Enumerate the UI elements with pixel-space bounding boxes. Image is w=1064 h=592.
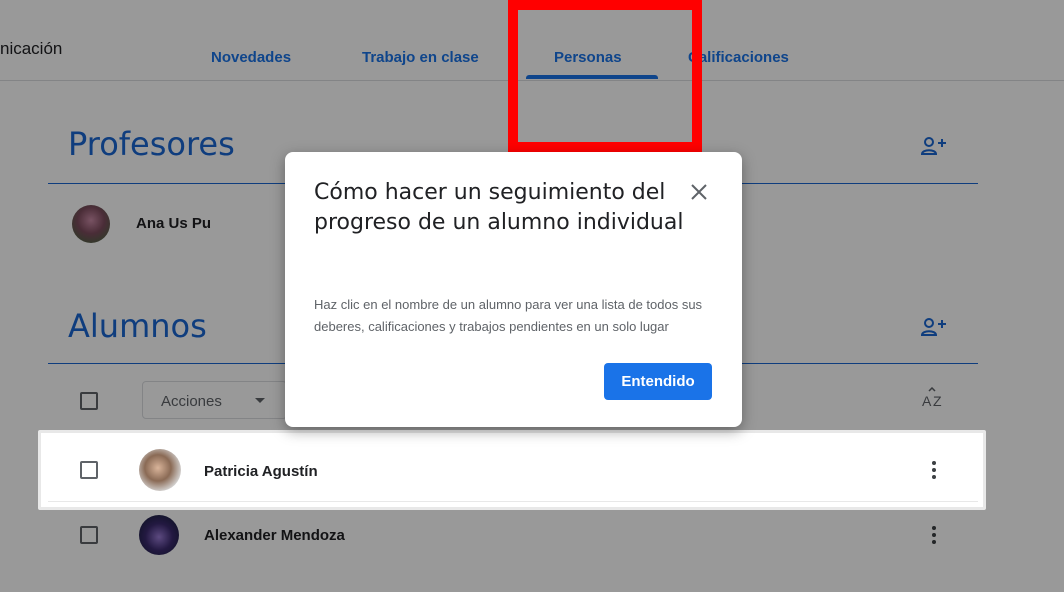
close-icon[interactable] <box>687 180 711 204</box>
dialog-title: Cómo hacer un seguimiento del progreso d… <box>314 180 684 235</box>
highlighted-student-row[interactable]: Patricia Agustín <box>38 430 986 510</box>
student-checkbox[interactable] <box>80 461 98 479</box>
more-vert-icon[interactable] <box>931 460 937 480</box>
understood-button[interactable]: Entendido <box>604 363 712 400</box>
tip-dialog: Cómo hacer un seguimiento del progreso d… <box>285 152 742 427</box>
red-highlight-box <box>508 0 702 152</box>
row-divider <box>48 501 978 502</box>
student-avatar <box>139 449 181 491</box>
dialog-body: Haz clic en el nombre de un alumno para … <box>314 297 703 334</box>
student-name[interactable]: Patricia Agustín <box>204 463 318 480</box>
